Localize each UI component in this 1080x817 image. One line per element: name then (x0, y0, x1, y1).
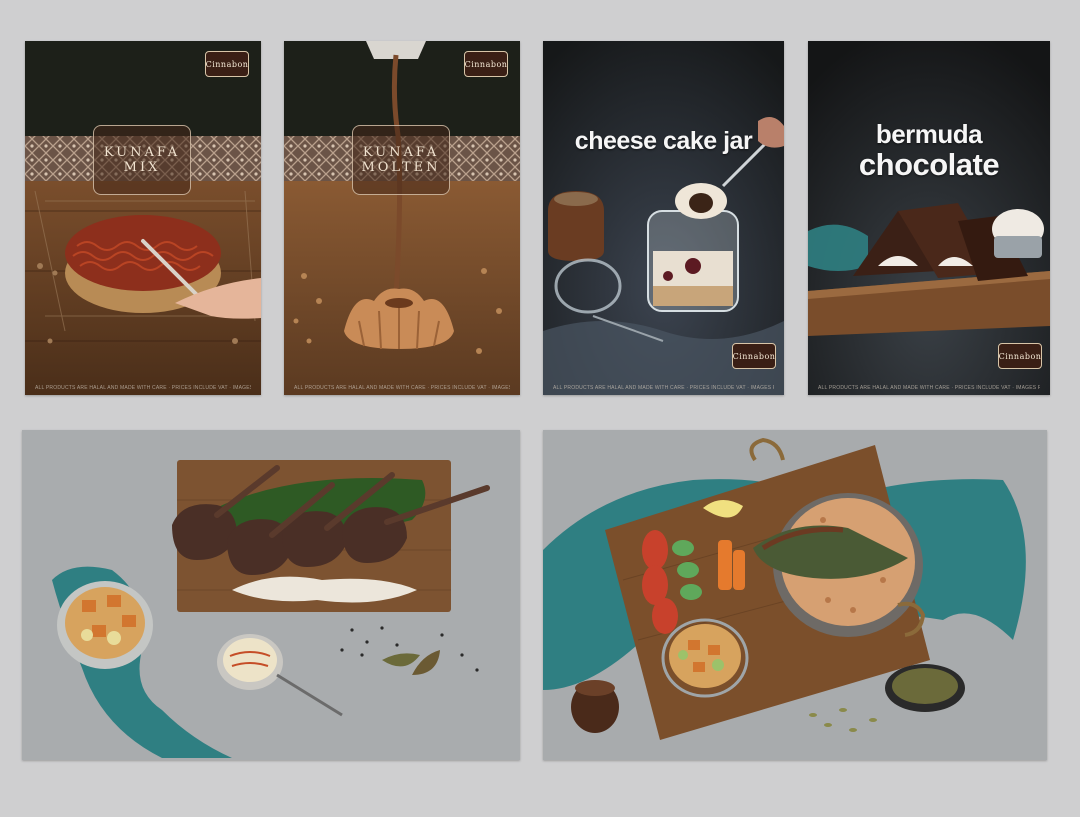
poster-title-line2: chocolate (858, 147, 1000, 182)
poster-title-line1: KUNAFA (103, 145, 181, 160)
poster-footer-text: ALL PRODUCTS ARE HALAL AND MADE WITH CAR… (553, 385, 774, 391)
kunafa-molten-photo (284, 41, 520, 395)
brand-logo: Cinnabon (205, 51, 249, 77)
lamb-chops-photo (22, 430, 520, 760)
bermuda-chocolate-photo (808, 41, 1050, 395)
poster-footer-text: ALL PRODUCTS ARE HALAL AND MADE WITH CAR… (294, 385, 510, 391)
poster-title-plaque: KUNAFA MOLTEN (352, 125, 450, 195)
brand-logo: Cinnabon (998, 343, 1042, 369)
photo-lamb-chops (22, 430, 520, 760)
kunafa-mix-photo (25, 41, 261, 395)
poster-kunafa-molten: KUNAFA MOLTEN Cinnabon ALL PRODUCTS ARE … (284, 41, 520, 395)
poster-footer-text: ALL PRODUCTS ARE HALAL AND MADE WITH CAR… (818, 385, 1040, 391)
poster-title-line2: MIX (123, 160, 161, 175)
poster-footer-text: ALL PRODUCTS ARE HALAL AND MADE WITH CAR… (35, 385, 251, 391)
poster-cheese-cake-jar: cheese cake jar Cinnabon ALL PRODUCTS AR… (543, 41, 784, 395)
poster-bermuda-chocolate: bermuda chocolate Cinnabon ALL PRODUCTS … (808, 41, 1050, 395)
poster-title-plaque: KUNAFA MIX (93, 125, 191, 195)
rice-platter-photo (543, 430, 1047, 760)
brand-logo: Cinnabon (732, 343, 776, 369)
poster-title-line1: bermuda (875, 119, 983, 149)
photo-rice-platter (543, 430, 1047, 760)
poster-kunafa-mix: KUNAFA MIX Cinnabon ALL PRODUCTS ARE HAL… (25, 41, 261, 395)
cheese-cake-jar-photo (543, 41, 784, 395)
poster-title: cheese cake jar (574, 127, 753, 155)
brand-logo: Cinnabon (464, 51, 508, 77)
poster-title-line2: MOLTEN (361, 160, 441, 175)
poster-title-line1: KUNAFA (362, 145, 440, 160)
